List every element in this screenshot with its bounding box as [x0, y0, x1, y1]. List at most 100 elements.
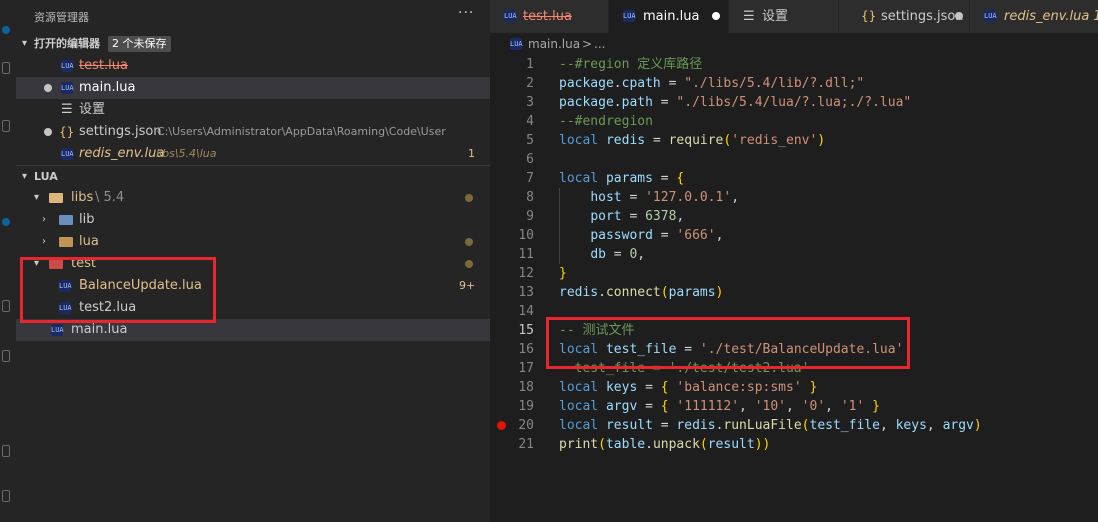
code-line[interactable]: 21 print(table.unpack(result)): [490, 435, 1098, 454]
unsaved-dot-icon[interactable]: [712, 12, 720, 20]
code-line[interactable]: 19 local argv = { '111112', '10', '0', '1…: [490, 397, 1098, 416]
line-number: 14: [518, 304, 534, 319]
explorer-sidebar: 资源管理器 ··· ▾ 打开的编辑器 2 个未保存 LUA test.lua L…: [16, 0, 490, 522]
breadcrumb-file[interactable]: main.lua: [528, 33, 580, 55]
line-number: 3: [526, 95, 534, 110]
tab-test-lua[interactable]: LUA test.lua: [490, 0, 609, 33]
code-line[interactable]: 1 --#region 定义库路径: [490, 55, 1098, 74]
line-number: 6: [526, 152, 534, 167]
notification-badge: [2, 26, 10, 34]
line-number: 13: [518, 285, 534, 300]
problem-count-badge: 9+: [459, 279, 476, 292]
code-line[interactable]: 3 package.path = "./libs/5.4/lua/?.lua;./…: [490, 93, 1098, 112]
modified-dot-icon: [465, 238, 473, 246]
code-text: local keys = { 'balance:sp:sms' }: [559, 380, 818, 395]
lua-file-icon: LUA: [984, 10, 997, 22]
tab-settings[interactable]: ☰ 设置: [729, 0, 839, 33]
code-text: --#endregion: [559, 114, 653, 129]
tab-redis-env[interactable]: LUA redis_env.lua 1: [970, 0, 1098, 33]
line-number: 17: [518, 361, 534, 376]
unsaved-badge: 2 个未保存: [102, 33, 171, 55]
tree-item-lua[interactable]: › lua: [16, 231, 490, 253]
line-number: 1: [526, 57, 534, 72]
folder-lib-icon: [59, 215, 73, 225]
code-text: host = '127.0.0.1',: [590, 190, 740, 205]
lua-file-icon: LUA: [61, 82, 74, 94]
line-number: 20: [518, 418, 534, 433]
tab-label: main.lua: [643, 9, 700, 24]
folder-open-icon: [49, 193, 63, 203]
extensions-icon[interactable]: [2, 300, 10, 312]
code-line[interactable]: 12}: [490, 264, 1098, 283]
code-text: redis.connect(params): [559, 285, 724, 300]
code-line[interactable]: 11 db = 0,: [490, 245, 1098, 264]
code-line[interactable]: 4 --#endregion: [490, 112, 1098, 131]
search-icon[interactable]: [2, 62, 10, 74]
explorer-header: 资源管理器 ···: [16, 0, 490, 32]
tree-label: lib: [79, 212, 95, 227]
code-line[interactable]: 9 port = 6378,: [490, 207, 1098, 226]
code-line[interactable]: 13 redis.connect(params): [490, 283, 1098, 302]
unsaved-dot-icon[interactable]: [44, 84, 52, 92]
code-text: }: [559, 266, 567, 281]
tree-item-libs[interactable]: ▾ libs \ 5.4: [16, 187, 490, 209]
source-control-icon[interactable]: [2, 120, 10, 132]
code-text: package.cpath = "./libs/5.4/lib/?.dll;": [559, 76, 865, 91]
account-icon[interactable]: [2, 445, 10, 457]
lua-file-icon: LUA: [510, 38, 523, 50]
open-editor-path: libs\5.4\lua: [156, 147, 217, 160]
notification-badge-2: [2, 218, 10, 226]
open-editor-item-settings-json[interactable]: {} settings.json C:\Users\Administrator\…: [16, 121, 490, 143]
line-number: 2: [526, 76, 534, 91]
open-editor-item-settings[interactable]: ☰ 设置: [16, 99, 490, 121]
settings-icon: ☰: [61, 102, 73, 117]
code-line[interactable]: 18 local keys = { 'balance:sp:sms' }: [490, 378, 1098, 397]
open-editor-item-main-lua[interactable]: LUA main.lua: [16, 77, 490, 99]
chevron-down-icon: ▾: [22, 171, 28, 182]
tab-label: redis_env.lua 1: [1004, 9, 1098, 24]
code-line[interactable]: 10 password = '666',: [490, 226, 1098, 245]
breadcrumb-separator: >: [582, 37, 593, 51]
tab-label: settings.json: [881, 9, 964, 24]
line-number: 15: [518, 323, 534, 338]
code-line[interactable]: 2 package.cpath = "./libs/5.4/lib/?.dll;": [490, 74, 1098, 93]
json-file-icon: {}: [59, 125, 75, 139]
unsaved-dot-icon[interactable]: [44, 128, 52, 136]
code-text: --#region 定义库路径: [559, 57, 703, 72]
unsaved-dot-icon[interactable]: [955, 12, 963, 20]
line-number: 4: [526, 114, 534, 129]
folder-icon: [59, 237, 73, 247]
breakpoint-icon[interactable]: [497, 421, 506, 430]
code-line[interactable]: 5 local redis = require('redis_env'): [490, 131, 1098, 150]
code-line[interactable]: 20 local result = redis.runLuaFile(test_f…: [490, 416, 1098, 435]
chevron-right-icon: ›: [42, 214, 46, 225]
tab-main-lua[interactable]: LUA main.lua: [609, 0, 729, 33]
manage-gear-icon[interactable]: [2, 490, 10, 502]
workspace-title: LUA: [34, 170, 58, 183]
line-number: 18: [518, 380, 534, 395]
tab-label: test.lua: [523, 9, 572, 24]
tree-compact-suffix: \ 5.4: [95, 190, 125, 205]
code-line[interactable]: 8 host = '127.0.0.1',: [490, 188, 1098, 207]
problem-count-badge: 1: [468, 147, 475, 160]
code-line[interactable]: 6: [490, 150, 1098, 169]
tree-label: libs: [71, 190, 94, 205]
code-line[interactable]: 7 local params = {: [490, 169, 1098, 188]
code-text: port = 6378,: [590, 209, 685, 224]
open-editor-label: redis_env.lua: [79, 146, 165, 161]
tab-bar: LUA test.lua LUA main.lua ☰ 设置 {} settin…: [490, 0, 1098, 33]
breadcrumb: LUA main.lua > ...: [490, 33, 1098, 55]
tab-settings-json[interactable]: {} settings.json: [839, 0, 970, 33]
run-debug-icon[interactable]: [2, 350, 10, 362]
breadcrumb-symbol[interactable]: ...: [594, 33, 605, 55]
open-editors-section-header[interactable]: ▾ 打开的编辑器 2 个未保存: [16, 33, 490, 55]
open-editor-item-test-lua[interactable]: LUA test.lua: [16, 55, 490, 77]
more-actions-icon[interactable]: ···: [458, 5, 474, 21]
open-editor-label: main.lua: [79, 80, 136, 95]
line-number: 19: [518, 399, 534, 414]
tree-item-lib[interactable]: › lib: [16, 209, 490, 231]
open-editor-label: test.lua: [79, 58, 128, 73]
workspace-section-header[interactable]: ▾ LUA: [16, 166, 490, 188]
open-editors-title: 打开的编辑器: [34, 37, 100, 50]
open-editor-item-redis-env[interactable]: LUA redis_env.lua libs\5.4\lua 1: [16, 143, 490, 165]
